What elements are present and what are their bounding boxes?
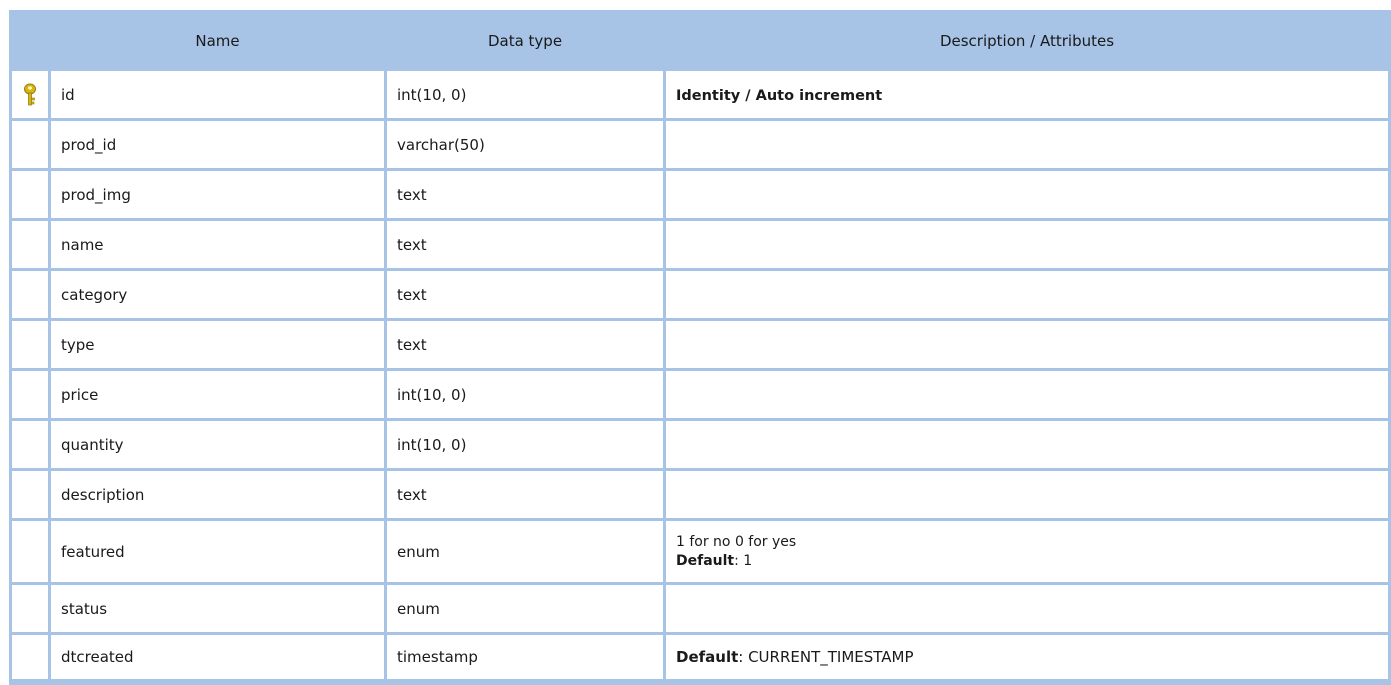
table-row: status enum: [12, 585, 1388, 632]
field-type: text: [387, 321, 663, 368]
header-name: Name: [51, 13, 384, 68]
default-value: : 1: [734, 552, 753, 569]
field-name: name: [51, 221, 384, 268]
field-type: text: [387, 171, 663, 218]
key-cell: [12, 121, 48, 168]
field-type: varchar(50): [387, 121, 663, 168]
field-name: price: [51, 371, 384, 418]
header-row: Name Data type Description / Attributes: [12, 13, 1388, 68]
table-row: quantity int(10, 0): [12, 421, 1388, 468]
field-attributes: [666, 121, 1388, 168]
field-name: id: [51, 71, 384, 118]
table-row: category text: [12, 271, 1388, 318]
key-cell: [12, 521, 48, 582]
key-cell: [12, 171, 48, 218]
default-attribute: Default: 1: [676, 552, 1388, 571]
table-row: prod_id varchar(50): [12, 121, 1388, 168]
field-name: featured: [51, 521, 384, 582]
field-attributes: [666, 371, 1388, 418]
key-cell: [12, 471, 48, 518]
default-label: Default: [676, 648, 739, 666]
field-name: description: [51, 471, 384, 518]
default-value: : CURRENT_TIMESTAMP: [738, 648, 914, 666]
table-row: id int(10, 0) Identity / Auto increment: [12, 71, 1388, 118]
header-key-column: [12, 13, 48, 68]
field-type: enum: [387, 521, 663, 582]
header-description: Description / Attributes: [666, 13, 1388, 68]
identity-attribute: Identity / Auto increment: [676, 87, 883, 104]
table-row: dtcreated timestamp Default: CURRENT_TIM…: [12, 635, 1388, 679]
field-name: quantity: [51, 421, 384, 468]
field-attributes: Identity / Auto increment: [666, 71, 1388, 118]
table-row: type text: [12, 321, 1388, 368]
table-row: featured enum 1 for no 0 for yes Default…: [12, 521, 1388, 582]
field-attributes: 1 for no 0 for yes Default: 1: [666, 521, 1388, 582]
field-type: enum: [387, 585, 663, 632]
table-row: prod_img text: [12, 171, 1388, 218]
field-attributes: [666, 171, 1388, 218]
field-name: dtcreated: [51, 635, 384, 679]
table-row: price int(10, 0): [12, 371, 1388, 418]
field-attributes: [666, 471, 1388, 518]
header-data-type: Data type: [387, 13, 663, 68]
field-type: int(10, 0): [387, 371, 663, 418]
field-attributes: [666, 321, 1388, 368]
field-attributes: [666, 271, 1388, 318]
field-type: text: [387, 471, 663, 518]
key-cell: [12, 421, 48, 468]
field-attributes: [666, 221, 1388, 268]
field-name: status: [51, 585, 384, 632]
key-cell: [12, 271, 48, 318]
default-label: Default: [676, 552, 735, 569]
table-row: name text: [12, 221, 1388, 268]
field-type: int(10, 0): [387, 421, 663, 468]
field-attributes: [666, 585, 1388, 632]
field-type: text: [387, 271, 663, 318]
key-cell: [12, 321, 48, 368]
key-cell: [12, 635, 48, 679]
key-cell: [12, 371, 48, 418]
field-attributes: [666, 421, 1388, 468]
field-name: prod_img: [51, 171, 384, 218]
default-attribute: Default: CURRENT_TIMESTAMP: [676, 648, 914, 666]
schema-table: Name Data type Description / Attributes …: [9, 10, 1391, 682]
field-type: text: [387, 221, 663, 268]
attribute-note: 1 for no 0 for yes: [676, 533, 797, 550]
field-name: type: [51, 321, 384, 368]
field-type: int(10, 0): [387, 71, 663, 118]
key-cell: [12, 221, 48, 268]
primary-key-cell: [12, 71, 48, 118]
key-icon: [24, 83, 36, 105]
table-row: description text: [12, 471, 1388, 518]
field-name: prod_id: [51, 121, 384, 168]
field-attributes: Default: CURRENT_TIMESTAMP: [666, 635, 1388, 679]
field-name: category: [51, 271, 384, 318]
key-cell: [12, 585, 48, 632]
field-type: timestamp: [387, 635, 663, 679]
